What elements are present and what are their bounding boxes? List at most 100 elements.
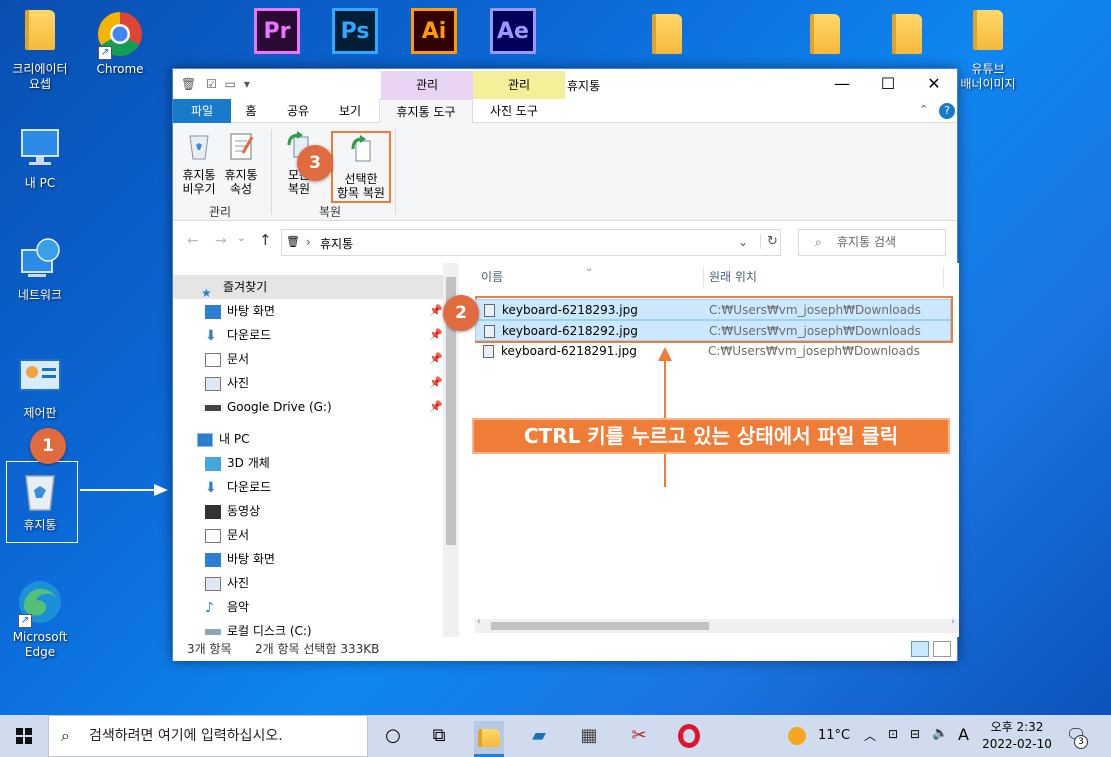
desktop-icon-this-pc[interactable]: 내 PC <box>2 124 78 191</box>
document-icon <box>205 528 221 543</box>
horizontal-scrollbar[interactable]: ‹ › <box>475 617 959 633</box>
desktop-icon-edge[interactable]: ↗ Microsoft Edge <box>2 578 78 660</box>
desktop-icon-photoshop[interactable]: Ps <box>332 8 378 54</box>
scroll-left-icon[interactable]: ‹ <box>477 617 481 627</box>
column-divider[interactable] <box>703 267 704 287</box>
nav-item-3d-objects[interactable]: 3D 개체 <box>173 451 443 475</box>
volume-icon[interactable]: 🔈 <box>932 726 948 741</box>
pin-icon[interactable]: 📌 <box>429 395 443 419</box>
folder-icon <box>478 729 500 747</box>
nav-item-local-disk[interactable]: 로컬 디스크 (C:) <box>173 619 443 637</box>
desktop-icon-control-panel[interactable]: 제어판 <box>2 354 78 421</box>
restore-selected-button[interactable]: 선택한 항목 복원 <box>331 131 391 203</box>
nav-item-desktop[interactable]: 바탕 화면 📌 <box>173 299 443 323</box>
status-bar: 3개 항목 2개 항목 선택함 333KB <box>173 637 957 661</box>
large-icons-view-icon[interactable] <box>933 641 951 657</box>
nav-item-pc-downloads[interactable]: ⬇ 다운로드 <box>173 475 443 499</box>
pin-icon[interactable]: 📌 <box>429 347 443 371</box>
breadcrumb-separator-icon: › <box>306 235 311 249</box>
tab-recycle-tools[interactable]: 휴지통 도구 <box>379 99 473 123</box>
clock[interactable]: 오후 2:32 2022-02-10 <box>982 719 1052 753</box>
desktop-icon-youtube-banner[interactable]: 유튜브 배너이미지 <box>950 10 1026 92</box>
back-arrow-icon[interactable]: ← <box>187 233 199 249</box>
desktop-icon-premiere[interactable]: Pr <box>254 8 300 54</box>
chevron-down-icon[interactable]: ▾ <box>244 77 250 91</box>
nav-item-pictures[interactable]: 사진 📌 <box>173 371 443 395</box>
tab-view[interactable]: 보기 <box>325 99 375 123</box>
nav-item-google-drive[interactable]: Google Drive (G:) 📌 <box>173 395 443 419</box>
pin-icon[interactable]: 📌 <box>429 371 443 395</box>
up-arrow-icon[interactable]: ↑ <box>259 231 272 249</box>
chevron-down-icon[interactable]: ⌄ <box>738 235 748 249</box>
refresh-icon[interactable]: ↻ <box>760 234 778 249</box>
search-icon: ⌕ <box>815 235 822 249</box>
nav-item-pc-pictures[interactable]: 사진 <box>173 571 443 595</box>
table-row[interactable]: keyboard-6218292.jpg C:₩Users₩vm_joseph₩… <box>475 320 951 341</box>
desktop-folder[interactable] <box>810 14 840 54</box>
maximize-button[interactable]: ☐ <box>865 69 911 99</box>
task-view-icon[interactable]: ⧉ <box>424 721 454 751</box>
column-header-name[interactable]: 이름 <box>481 263 703 291</box>
opera-icon[interactable] <box>674 721 704 751</box>
scrollbar-thumb[interactable] <box>491 622 709 630</box>
restore-selected-icon <box>351 135 371 162</box>
column-divider[interactable] <box>943 267 944 287</box>
desktop-icon-recycle-bin[interactable]: 휴지통 <box>2 466 78 533</box>
desktop-icon-network[interactable]: 네트워크 <box>2 236 78 303</box>
search-placeholder: 휴지통 검색 <box>837 235 897 249</box>
forward-arrow-icon[interactable]: → <box>215 233 227 249</box>
nav-item-downloads[interactable]: ⬇ 다운로드 📌 <box>173 323 443 347</box>
breadcrumb[interactable]: 휴지통 <box>320 235 353 252</box>
tab-picture-tools[interactable]: 사진 도구 <box>475 99 553 123</box>
calculator-icon[interactable]: ▦ <box>574 721 604 751</box>
nav-item-music[interactable]: ♪ 음악 <box>173 595 443 619</box>
minimize-button[interactable]: — <box>819 69 865 99</box>
tab-home[interactable]: 홈 <box>231 99 271 123</box>
search-input[interactable]: ⌕ 휴지통 검색 <box>798 229 946 256</box>
ime-indicator[interactable]: A <box>958 725 969 744</box>
table-row[interactable]: keyboard-6218293.jpg C:₩Users₩vm_joseph₩… <box>475 299 951 320</box>
desktop-icon-illustrator[interactable]: Ai <box>411 8 457 54</box>
details-view-icon[interactable] <box>911 641 929 657</box>
notes-app-icon[interactable]: ▰ <box>524 721 554 751</box>
close-button[interactable]: ✕ <box>911 69 957 99</box>
desktop-folder[interactable] <box>892 14 922 54</box>
nav-item-pc-desktop[interactable]: 바탕 화면 <box>173 547 443 571</box>
taskbar-search-input[interactable]: ⌕ 검색하려면 여기에 입력하십시오. <box>48 715 368 757</box>
start-button[interactable] <box>0 715 48 757</box>
column-header-original-location[interactable]: 원래 위치 <box>709 263 939 291</box>
chevron-up-icon[interactable]: ⌃ <box>919 103 928 116</box>
nav-this-pc[interactable]: 내 PC <box>173 427 443 451</box>
empty-recycle-bin-button[interactable]: 휴지통 비우기 <box>179 131 219 196</box>
snipping-tool-icon[interactable]: ✂ <box>624 721 654 751</box>
weather-temp[interactable]: 11°C <box>818 728 850 743</box>
notification-icon[interactable]: 🗨 3 <box>1066 725 1088 749</box>
nav-item-pc-documents[interactable]: 문서 <box>173 523 443 547</box>
help-icon[interactable]: ? <box>939 103 955 119</box>
pin-icon[interactable]: 📌 <box>429 299 443 323</box>
new-folder-icon[interactable]: ▭ <box>225 77 236 91</box>
nav-quick-access[interactable]: ★ 즐겨찾기 <box>173 275 443 300</box>
tray-device-icon[interactable]: ⊡ <box>888 727 898 741</box>
nav-item-documents[interactable]: 문서 📌 <box>173 347 443 371</box>
tab-share[interactable]: 공유 <box>273 99 323 123</box>
address-input[interactable]: 🗑 › 휴지통 ⌄ ↻ <box>281 229 781 256</box>
scroll-right-icon[interactable]: › <box>951 617 955 627</box>
desktop-icon-creator[interactable]: 크리에이터 요셉 <box>2 10 78 92</box>
desktop-icon-chrome[interactable]: ↗ Chrome <box>82 10 158 77</box>
tray-chevron-icon[interactable]: ︿ <box>864 727 876 744</box>
recycle-bin-properties-button[interactable]: 휴지통 속성 <box>221 131 261 196</box>
step-badge-1: 1 <box>30 428 66 464</box>
properties-icon[interactable]: ☑ <box>206 77 217 91</box>
cortana-icon[interactable]: ○ <box>378 721 408 751</box>
pin-icon[interactable]: 📌 <box>429 323 443 347</box>
desktop-icon-after-effects[interactable]: Ae <box>490 8 536 54</box>
network-icon[interactable]: ⊟ <box>910 727 920 741</box>
weather-sun-icon[interactable] <box>788 727 806 745</box>
tab-file[interactable]: 파일 <box>173 99 231 123</box>
nav-item-videos[interactable]: 동영상 <box>173 499 443 523</box>
file-explorer-taskbar-icon[interactable] <box>474 721 504 757</box>
recent-chevron-icon[interactable]: ⌄ <box>237 233 245 244</box>
table-row[interactable]: keyboard-6218291.jpg C:₩Users₩vm_joseph₩… <box>475 341 951 362</box>
desktop-folder[interactable] <box>652 14 682 54</box>
